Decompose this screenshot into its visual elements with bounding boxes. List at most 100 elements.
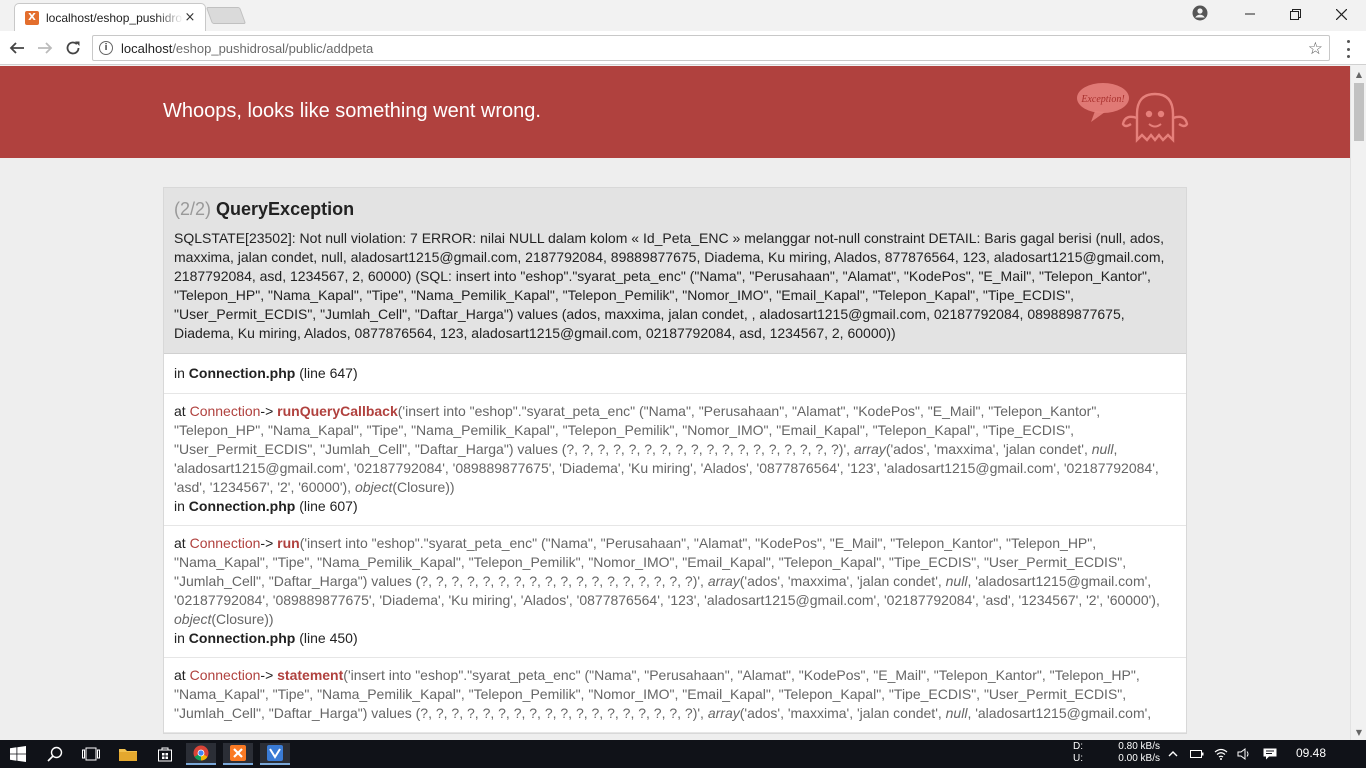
- trace-object-keyword: object: [174, 611, 212, 627]
- line-number: (line 647): [299, 365, 358, 381]
- star-icon[interactable]: ☆: [1308, 39, 1323, 59]
- trace-function: runQueryCallback: [277, 403, 398, 419]
- close-icon[interactable]: [1318, 0, 1364, 28]
- maximize-icon[interactable]: [1272, 0, 1318, 28]
- app-icon[interactable]: [260, 743, 290, 765]
- trace-item: at Connection-> runQueryCallback('insert…: [164, 394, 1186, 526]
- trace-item: at Connection-> statement('insert into "…: [164, 658, 1186, 733]
- trace-array-keyword: array: [853, 441, 886, 457]
- store-icon[interactable]: [150, 743, 180, 765]
- net-up-value: 0.00 kB/s: [1118, 753, 1160, 764]
- url-path: /eshop_pushidrosal/public/addpeta: [172, 40, 374, 56]
- windows-taskbar: D: U: 0.80 kB/s 0.00 kB/s 09.48: [0, 740, 1366, 768]
- chrome-icon[interactable]: [186, 743, 216, 765]
- file-name: Connection.php: [188, 630, 296, 646]
- trace-array-args: ('ados', 'maxxima', 'jalan condet',: [739, 705, 946, 721]
- trace-function: run: [277, 535, 300, 551]
- net-down-value: 0.80 kB/s: [1118, 741, 1160, 752]
- minimize-icon[interactable]: [1227, 0, 1273, 28]
- back-arrow-icon[interactable]: [5, 36, 29, 60]
- file-name: Connection.php: [188, 498, 296, 514]
- info-icon[interactable]: i: [99, 41, 113, 55]
- trace-file-location: in Connection.php (line 450): [174, 629, 1176, 648]
- trace-location: in Connection.php (line 647): [164, 354, 1186, 394]
- battery-icon[interactable]: [1187, 743, 1207, 765]
- exception-count: (2/2): [174, 199, 212, 219]
- trace-call: at Connection-> run('insert into "eshop"…: [174, 534, 1176, 629]
- trace-arrow: ->: [260, 535, 274, 551]
- trace-null-keyword: null: [945, 705, 968, 721]
- vertical-scrollbar[interactable]: ▲ ▼: [1350, 66, 1366, 740]
- url-host: localhost: [121, 40, 173, 56]
- search-icon[interactable]: [40, 743, 70, 765]
- exception-title: (2/2) QueryException: [174, 199, 1176, 220]
- trace-object-args: (Closure)): [211, 611, 274, 627]
- net-up-label: U:: [1073, 753, 1083, 764]
- trace-array-keyword: array: [707, 705, 740, 721]
- tab-close-icon[interactable]: ×: [183, 10, 197, 25]
- net-labels: D: U:: [1073, 741, 1083, 765]
- trace-at: at: [174, 535, 186, 551]
- tab-strip: X localhost/eshop_pushidrosal/public/add…: [0, 0, 1366, 31]
- chevron-up-icon[interactable]: [1163, 743, 1183, 765]
- trace-file-location: in Connection.php (line 607): [174, 497, 1176, 516]
- trace-call: at Connection-> runQueryCallback('insert…: [174, 402, 1176, 497]
- page-title: Whoops, looks like something went wrong.: [163, 100, 541, 122]
- location-prefix: in: [174, 365, 185, 381]
- reload-icon[interactable]: [61, 36, 85, 60]
- file-explorer-icon[interactable]: [113, 743, 143, 765]
- page-viewport: Whoops, looks like something went wrong.…: [0, 66, 1350, 740]
- notification-icon[interactable]: [1258, 743, 1282, 765]
- volume-icon[interactable]: [1234, 743, 1254, 765]
- scroll-up-icon[interactable]: ▲: [1351, 66, 1366, 82]
- xampp-icon[interactable]: [223, 743, 253, 765]
- new-tab-button[interactable]: [205, 7, 247, 24]
- net-down-label: D:: [1073, 741, 1083, 752]
- windows-start-icon[interactable]: [3, 743, 33, 765]
- tab-title: localhost/eshop_pushidrosal/public/addpe…: [46, 10, 183, 25]
- menu-icon[interactable]: [1340, 40, 1356, 58]
- browser-toolbar: i localhost/eshop_pushidrosal/public/add…: [0, 31, 1366, 65]
- network-icon[interactable]: [1211, 743, 1231, 765]
- trace-object-keyword: object: [354, 479, 393, 495]
- address-bar[interactable]: i localhost/eshop_pushidrosal/public/add…: [92, 35, 1330, 61]
- task-view-icon[interactable]: [76, 743, 106, 765]
- trace-array-args: ('ados', 'maxxima', 'jalan condet',: [885, 441, 1092, 457]
- exception-header: (2/2) QueryException SQLSTATE[23502]: No…: [164, 188, 1186, 354]
- trace-call: at Connection-> statement('insert into "…: [174, 666, 1176, 723]
- location-prefix: in: [174, 498, 185, 514]
- exception-panel: (2/2) QueryException SQLSTATE[23502]: No…: [163, 187, 1187, 734]
- xampp-favicon-icon: X: [25, 10, 39, 25]
- ghost-label: Exception!: [1080, 94, 1124, 105]
- trace-item: at Connection-> run('insert into "eshop"…: [164, 526, 1186, 658]
- trace-object-args: (Closure)): [392, 479, 455, 495]
- exception-message[interactable]: SQLSTATE[23502]: Not null violation: 7 E…: [174, 229, 1176, 343]
- trace-at: at: [174, 403, 186, 419]
- exception-name: QueryException: [216, 199, 355, 219]
- clock[interactable]: 09.48: [1296, 746, 1326, 760]
- trace-array-keyword: array: [707, 573, 740, 589]
- line-number: (line 607): [299, 498, 358, 514]
- location-prefix: in: [174, 630, 185, 646]
- trace-arrow: ->: [260, 667, 274, 683]
- trace-array-rest: , 'aladosart1215@gmail.com',: [967, 705, 1152, 721]
- error-banner: Whoops, looks like something went wrong.…: [0, 66, 1350, 158]
- trace-function: statement: [277, 667, 344, 683]
- profile-icon[interactable]: [1192, 5, 1208, 21]
- trace-class[interactable]: Connection: [190, 667, 261, 683]
- scroll-thumb[interactable]: [1354, 83, 1364, 141]
- scroll-down-icon[interactable]: ▼: [1351, 724, 1366, 740]
- net-values: 0.80 kB/s 0.00 kB/s: [1112, 741, 1160, 765]
- trace-at: at: [174, 667, 186, 683]
- line-number: (line 450): [299, 630, 358, 646]
- file-name: Connection.php: [188, 365, 296, 381]
- ghost-icon: Exception!: [1077, 83, 1189, 143]
- trace-arrow: ->: [260, 403, 274, 419]
- trace-null-keyword: null: [945, 573, 968, 589]
- trace-class[interactable]: Connection: [190, 403, 261, 419]
- browser-tab[interactable]: X localhost/eshop_pushidrosal/public/add…: [14, 3, 206, 31]
- trace-array-args: ('ados', 'maxxima', 'jalan condet',: [739, 573, 946, 589]
- trace-null-keyword: null: [1091, 441, 1114, 457]
- trace-class[interactable]: Connection: [190, 535, 261, 551]
- forward-arrow-icon[interactable]: [33, 36, 57, 60]
